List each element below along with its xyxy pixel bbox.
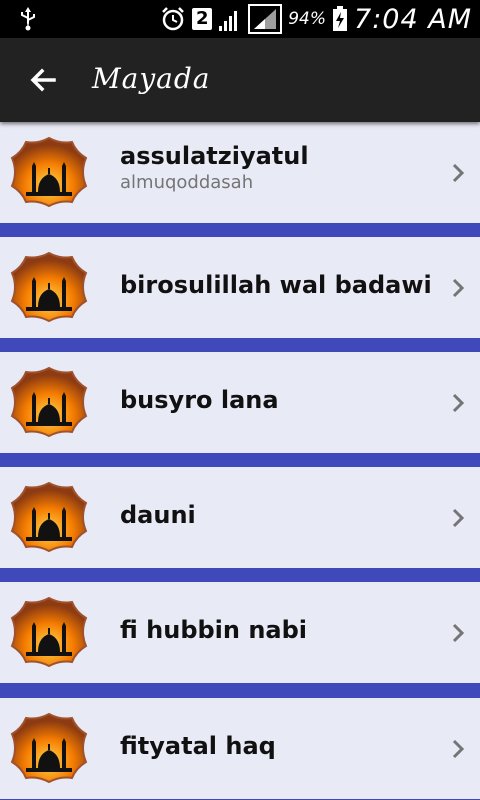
mosque-icon <box>10 481 88 553</box>
alarm-icon <box>162 7 185 31</box>
app-bar: Mayada <box>0 38 480 122</box>
battery-percentage: 94% <box>288 9 327 29</box>
chevron-right-icon <box>452 508 465 528</box>
mosque-icon <box>10 251 88 323</box>
chevron-right-icon <box>452 393 465 413</box>
list-item[interactable]: dauni <box>0 467 480 568</box>
list-item[interactable]: busyro lana <box>0 352 480 453</box>
mosque-icon <box>10 596 88 668</box>
list-item-title: assulatziyatul <box>120 142 309 170</box>
chevron-right-icon <box>452 623 465 643</box>
mosque-icon <box>10 136 88 208</box>
page-title: Mayada <box>92 62 211 95</box>
battery-charging-icon <box>333 6 348 31</box>
list-item[interactable]: fityatal haq <box>0 698 480 799</box>
clock: 7:04 AM <box>354 3 472 35</box>
signal-box-icon <box>248 4 283 34</box>
chevron-right-icon <box>452 163 465 183</box>
chevron-right-icon <box>452 739 465 759</box>
back-arrow-icon[interactable] <box>24 60 64 100</box>
mosque-icon <box>10 712 88 784</box>
list-item[interactable]: birosulillah wal badawi <box>0 237 480 338</box>
list-item-title: busyro lana <box>120 386 279 414</box>
list-item-title: fi hubbin nabi <box>120 616 308 644</box>
list-item-title: dauni <box>120 501 196 529</box>
notification-count-badge: 2 <box>192 8 213 30</box>
chevron-right-icon <box>452 278 465 298</box>
list-item[interactable]: assulatziyatul almuqoddasah <box>0 122 480 223</box>
status-bar: 2 94% 7:04 AM <box>0 0 480 38</box>
mosque-icon <box>10 366 88 438</box>
usb-icon <box>21 7 35 31</box>
list-item-subtitle: almuqoddasah <box>120 172 254 193</box>
list-item-title: birosulillah wal badawi <box>120 271 432 299</box>
list-item[interactable]: fi hubbin nabi <box>0 582 480 683</box>
list-item-title: fityatal haq <box>120 732 276 760</box>
signal-icon <box>219 11 238 31</box>
